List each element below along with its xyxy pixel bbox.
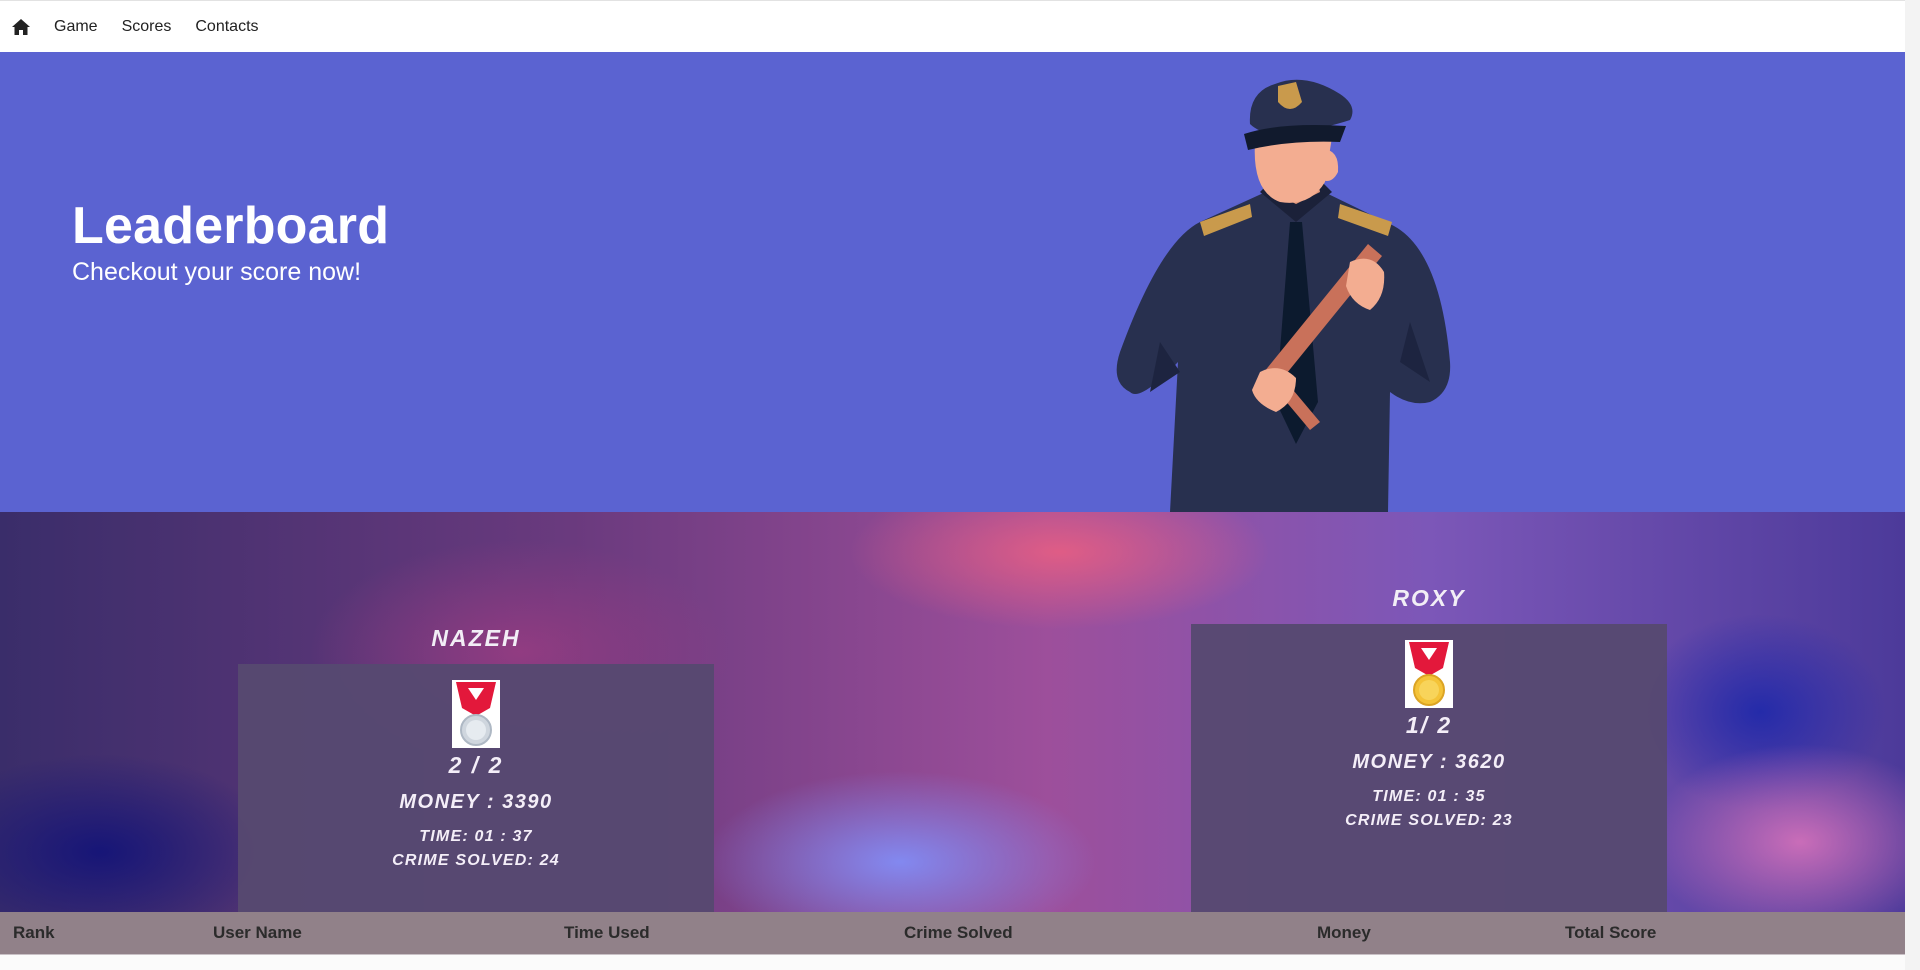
column-header-rank[interactable]: Rank <box>13 923 55 943</box>
column-header-money[interactable]: Money <box>1317 923 1371 943</box>
column-header-crime-solved[interactable]: Crime Solved <box>904 923 1013 943</box>
leaderboard-table-body <box>0 955 1905 970</box>
column-header-user-name[interactable]: User Name <box>213 923 302 943</box>
player-time: TIME: 01 : 35 <box>1372 788 1486 805</box>
podium-section: NAZEH 2 / 2 MONEY : 3390 TIME: 01 : 37 C… <box>0 512 1905 912</box>
player-rank: 1/ 2 <box>1405 712 1453 738</box>
page-subtitle: Checkout your score now! <box>72 258 362 286</box>
player-money: MONEY : 3390 <box>399 791 553 813</box>
nav-link-scores[interactable]: Scores <box>122 18 172 36</box>
nav-link-game[interactable]: Game <box>54 18 98 36</box>
hero-banner: Leaderboard Checkout your score now! <box>0 52 1905 512</box>
leaderboard-table-header: Rank User Name Time Used Crime Solved Mo… <box>0 912 1905 955</box>
player-card-second: 2 / 2 MONEY : 3390 TIME: 01 : 37 CRIME S… <box>238 664 714 912</box>
nav-link-contacts[interactable]: Contacts <box>195 18 258 36</box>
player-money: MONEY : 3620 <box>1352 751 1506 773</box>
police-officer-illustration <box>1116 79 1451 512</box>
player-card-first: 1/ 2 MONEY : 3620 TIME: 01 : 35 CRIME SO… <box>1191 624 1667 912</box>
page-scrollbar[interactable] <box>1904 0 1920 970</box>
player-crime-solved: CRIME SOLVED: 23 <box>1345 812 1513 829</box>
player-crime-solved: CRIME SOLVED: 24 <box>392 852 560 869</box>
column-header-time-used[interactable]: Time Used <box>564 923 650 943</box>
gold-medal-icon <box>1405 640 1453 708</box>
top-navbar: Game Scores Contacts <box>0 0 1905 52</box>
player-name-first: ROXY <box>1392 585 1466 611</box>
player-time: TIME: 01 : 37 <box>419 828 533 845</box>
player-name-second: NAZEH <box>431 625 521 651</box>
column-header-total-score[interactable]: Total Score <box>1565 923 1656 943</box>
page-title: Leaderboard <box>72 197 390 255</box>
silver-medal-icon <box>452 680 500 748</box>
player-rank: 2 / 2 <box>448 752 504 778</box>
home-icon[interactable] <box>11 17 31 37</box>
